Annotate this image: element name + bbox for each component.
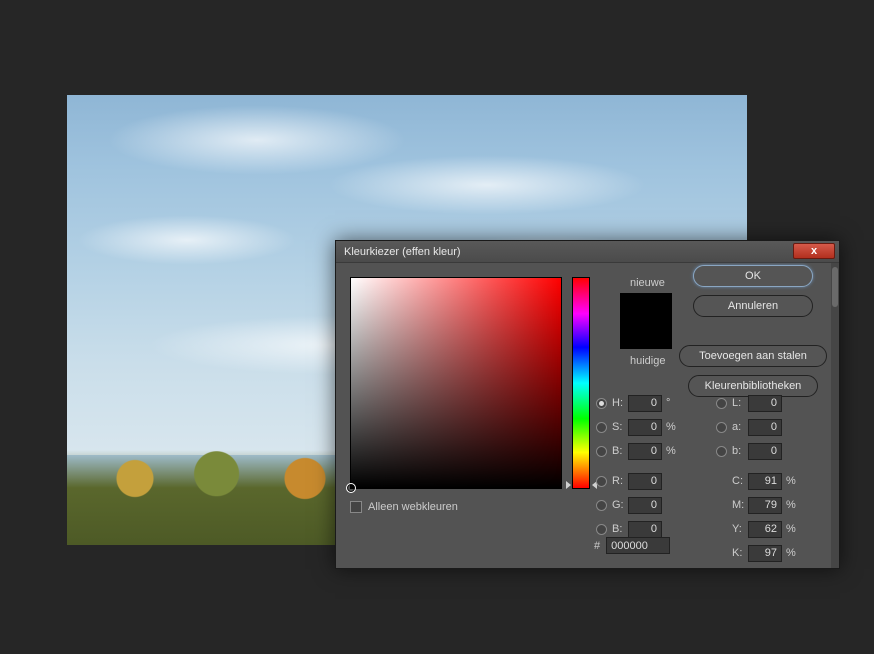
- label-s: S:: [612, 421, 628, 433]
- unit-b-hsb: %: [666, 445, 678, 457]
- input-b-hsb[interactable]: [628, 443, 662, 460]
- input-y[interactable]: [748, 521, 782, 538]
- label-k: K:: [732, 547, 748, 559]
- label-r: R:: [612, 475, 628, 487]
- label-m: M:: [732, 499, 748, 511]
- radio-l[interactable]: [716, 398, 727, 409]
- input-h[interactable]: [628, 395, 662, 412]
- input-a[interactable]: [748, 419, 782, 436]
- input-g[interactable]: [628, 497, 662, 514]
- hex-row: #: [594, 537, 670, 554]
- input-b-lab[interactable]: [748, 443, 782, 460]
- dialog-scrollbar[interactable]: [831, 263, 839, 568]
- radio-r[interactable]: [596, 476, 607, 487]
- hash-icon: #: [594, 540, 600, 552]
- swatch-new-color[interactable]: [621, 294, 671, 321]
- close-button[interactable]: x: [793, 243, 835, 259]
- input-hex[interactable]: [606, 537, 670, 554]
- swatch-current-color[interactable]: [621, 321, 671, 348]
- label-b-lab: b:: [732, 445, 748, 457]
- label-b-rgb: B:: [612, 523, 628, 535]
- input-r[interactable]: [628, 473, 662, 490]
- input-b-rgb[interactable]: [628, 521, 662, 538]
- color-picker-dialog: Kleurkiezer (effen kleur) x nieuwe huidi…: [335, 240, 840, 569]
- cloud: [107, 105, 407, 175]
- web-colors-only[interactable]: Alleen webkleuren: [350, 501, 458, 513]
- unit-m: %: [786, 499, 798, 511]
- button-stack: OK Annuleren Toevoegen aan stalen Kleure…: [679, 265, 827, 397]
- input-s[interactable]: [628, 419, 662, 436]
- label-new: nieuwe: [630, 277, 665, 293]
- label-h: H:: [612, 397, 628, 409]
- unit-s: %: [666, 421, 678, 433]
- radio-b-rgb[interactable]: [596, 524, 607, 535]
- cancel-button[interactable]: Annuleren: [693, 295, 813, 317]
- radio-g[interactable]: [596, 500, 607, 511]
- label-b-hsb: B:: [612, 445, 628, 457]
- unit-k: %: [786, 547, 798, 559]
- cloud: [327, 155, 647, 215]
- input-m[interactable]: [748, 497, 782, 514]
- dialog-title: Kleurkiezer (effen kleur): [344, 246, 461, 258]
- close-icon: x: [811, 245, 817, 257]
- input-k[interactable]: [748, 545, 782, 562]
- radio-b-hsb[interactable]: [596, 446, 607, 457]
- add-to-swatches-button[interactable]: Toevoegen aan stalen: [679, 345, 827, 367]
- label-current: huidige: [630, 355, 665, 371]
- radio-a[interactable]: [716, 422, 727, 433]
- ok-button-label: OK: [745, 270, 761, 282]
- unit-y: %: [786, 523, 798, 535]
- unit-h: °: [666, 397, 678, 409]
- cloud: [77, 215, 297, 265]
- label-c: C:: [732, 475, 748, 487]
- radio-b-lab[interactable]: [716, 446, 727, 457]
- input-c[interactable]: [748, 473, 782, 490]
- hue-slider-arrow-left-icon: [566, 481, 571, 489]
- add-to-swatches-label: Toevoegen aan stalen: [699, 350, 807, 362]
- input-l[interactable]: [748, 395, 782, 412]
- scrollbar-thumb[interactable]: [832, 267, 838, 307]
- dialog-body: nieuwe huidige OK Annuleren Toevoegen aa…: [336, 263, 839, 568]
- label-a: a:: [732, 421, 748, 433]
- color-field-marker[interactable]: [346, 483, 356, 493]
- label-g: G:: [612, 499, 628, 511]
- color-swatch: [620, 293, 672, 349]
- ok-button[interactable]: OK: [693, 265, 813, 287]
- cancel-button-label: Annuleren: [728, 300, 778, 312]
- radio-s[interactable]: [596, 422, 607, 433]
- unit-c: %: [786, 475, 798, 487]
- label-l: L:: [732, 397, 748, 409]
- label-y: Y:: [732, 523, 748, 535]
- web-colors-label: Alleen webkleuren: [368, 501, 458, 513]
- hue-slider[interactable]: [572, 277, 590, 489]
- web-colors-checkbox[interactable]: [350, 501, 362, 513]
- saturation-brightness-field[interactable]: [350, 277, 562, 489]
- dialog-titlebar[interactable]: Kleurkiezer (effen kleur) x: [336, 241, 839, 263]
- radio-h[interactable]: [596, 398, 607, 409]
